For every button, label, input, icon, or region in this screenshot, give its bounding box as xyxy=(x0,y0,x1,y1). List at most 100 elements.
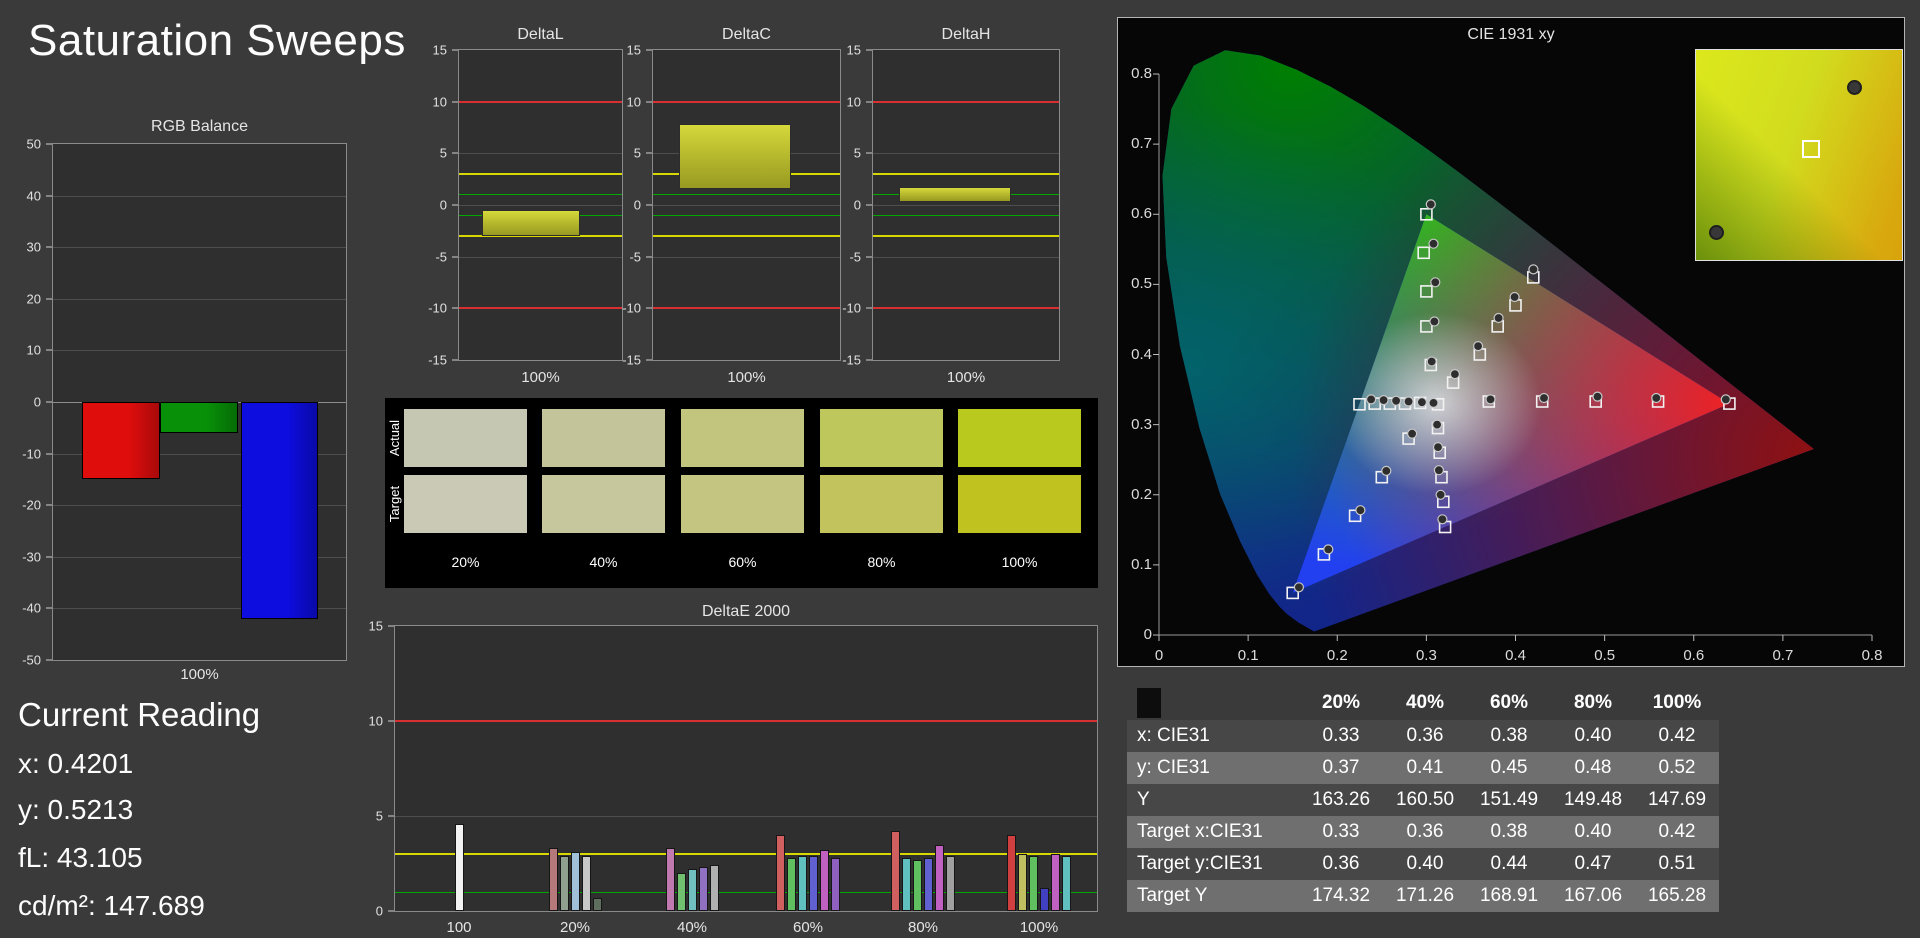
inset-target-point xyxy=(1802,139,1821,158)
gridline xyxy=(53,350,346,352)
y-tick-label: 15 xyxy=(368,618,383,634)
table-header-cell: 40% xyxy=(1405,692,1445,713)
gridline xyxy=(53,247,346,249)
table-header-row: 20% 40% 60% 80% 100% xyxy=(1127,686,1719,720)
deltal-plot[interactable]: 15 10 5 0 -5 -10 -15 xyxy=(428,43,623,368)
swatch-comparison-panel[interactable]: Actual Target 20% 40% 60% 80% 100% xyxy=(385,398,1098,588)
tick-mark xyxy=(388,910,394,912)
cie-x-tick-label: 0.4 xyxy=(1505,647,1526,664)
y-tick-label: 10 xyxy=(432,94,447,110)
table-cell: 0.42 xyxy=(1658,821,1696,842)
tick-mark xyxy=(452,152,458,154)
swatch-actual-40% xyxy=(542,409,665,467)
tick-mark xyxy=(452,359,458,361)
deltae-bar xyxy=(454,823,464,911)
y-tick-label: 10 xyxy=(846,94,861,110)
y-tick-label: -40 xyxy=(22,600,41,616)
tick-mark xyxy=(46,349,52,351)
table-cell: 0.38 xyxy=(1490,821,1528,842)
y-tick-label: -20 xyxy=(22,497,41,513)
y-tick-label: -5 xyxy=(849,249,861,265)
deltae-bar xyxy=(946,855,955,911)
deltae-bar xyxy=(592,897,602,911)
rgb-balance-plot[interactable]: 50 40 30 20 10 0 -10 -20 -30 -40 -50 xyxy=(22,137,347,668)
gridline xyxy=(653,205,840,206)
tick-mark xyxy=(388,815,394,817)
reference-line xyxy=(873,307,1059,310)
tick-mark xyxy=(646,359,652,361)
table-cell: 171.26 xyxy=(1395,885,1455,906)
gridline xyxy=(459,256,622,258)
tick-mark xyxy=(452,307,458,309)
table-cell: 0.51 xyxy=(1658,853,1696,874)
y-tick-label: 15 xyxy=(626,42,641,58)
cie-y-tick-label: 0.6 xyxy=(1131,205,1152,223)
tick-mark xyxy=(866,204,872,206)
deltae-group-label: 20% xyxy=(559,919,591,936)
deltae-plot[interactable]: 15 10 5 0 100 20% 40% 60% 80% 100% xyxy=(369,619,1098,936)
y-tick-label: 0 xyxy=(375,903,383,919)
swatch-actual-80% xyxy=(820,409,943,467)
gridline xyxy=(53,195,346,197)
y-tick-label: 20 xyxy=(26,291,41,307)
deltae-bar xyxy=(913,859,922,911)
deltae-bar xyxy=(1029,855,1038,911)
tick-mark xyxy=(46,298,52,300)
table-row[interactable]: Target Y 174.32 171.26 168.91 167.06 165.28 xyxy=(1127,880,1719,912)
y-tick-label: 5 xyxy=(853,145,861,161)
deltae-bar xyxy=(676,873,686,911)
y-tick-label: -15 xyxy=(622,352,641,368)
deltae-group-label: 100 xyxy=(446,919,472,936)
deltae-group-label: 80% xyxy=(907,919,939,936)
swatch-target-100% xyxy=(958,475,1081,533)
cie-y-tick-label: 0.2 xyxy=(1131,485,1152,503)
table-cell: 147.69 xyxy=(1647,789,1707,810)
reference-line xyxy=(873,214,1059,216)
table-cell: 168.91 xyxy=(1479,885,1539,906)
deltah-plot[interactable]: 15 10 5 0 -5 -10 -15 xyxy=(842,43,1060,368)
cie-diagram-panel[interactable]: CIE 1931 xy 0 0.1 0.2 0.3 0.4 0.5 0.6 0.7 0.8 0 0.… xyxy=(1117,17,1905,667)
reference-line xyxy=(653,307,840,310)
deltae-bar xyxy=(559,855,569,911)
table-row-label: x: CIE31 xyxy=(1137,725,1210,746)
table-cell: 163.26 xyxy=(1311,789,1371,810)
table-cell: 0.36 xyxy=(1406,725,1444,746)
deltae-bar xyxy=(787,857,796,911)
gridline xyxy=(53,298,346,300)
deltae-bar xyxy=(698,867,708,911)
tick-mark xyxy=(46,556,52,558)
y-tick-label: 0 xyxy=(439,197,447,213)
tick-mark xyxy=(452,256,458,258)
table-row[interactable]: y: CIE31 0.37 0.41 0.45 0.48 0.52 xyxy=(1127,752,1719,784)
deltae-bar xyxy=(820,850,829,911)
y-tick-label: -50 xyxy=(22,652,41,668)
tick-mark xyxy=(646,204,652,206)
table-row[interactable]: Y 163.26 160.50 151.49 149.48 147.69 xyxy=(1127,784,1719,816)
tick-mark xyxy=(646,49,652,51)
tick-mark xyxy=(46,143,52,145)
table-row[interactable]: Target x:CIE31 0.33 0.36 0.38 0.40 0.42 xyxy=(1127,816,1719,848)
table-header-corner xyxy=(1127,688,1299,718)
gridline xyxy=(873,256,1059,258)
deltae-bar xyxy=(665,848,675,911)
table-cell: 0.41 xyxy=(1406,757,1444,778)
deltac-plot[interactable]: 15 10 5 0 -5 -10 -15 xyxy=(622,43,841,368)
y-tick-label: 40 xyxy=(26,188,41,204)
swatch-row-label: Target xyxy=(387,485,402,523)
cie-x-tick-label: 0.3 xyxy=(1415,647,1437,664)
table-row[interactable]: x: CIE31 0.33 0.36 0.38 0.40 0.42 xyxy=(1127,720,1719,752)
swatch-target-60% xyxy=(681,475,804,533)
inset-measured-point xyxy=(1847,80,1863,96)
reference-line xyxy=(459,307,622,310)
deltae-group-label: 100% xyxy=(1019,919,1059,936)
deltae-bar xyxy=(935,844,944,911)
table-row[interactable]: Target y:CIE31 0.36 0.40 0.44 0.47 0.51 xyxy=(1127,848,1719,880)
reference-line xyxy=(873,173,1059,175)
deltae-bar xyxy=(1018,854,1027,911)
deltae-bar xyxy=(776,835,785,911)
cie-y-tick-label: 0.1 xyxy=(1131,555,1152,573)
y-tick-label: -5 xyxy=(435,249,447,265)
reference-line xyxy=(653,235,840,237)
cie-y-tick-label: 0.7 xyxy=(1131,135,1152,153)
deltae-bar xyxy=(1062,855,1071,911)
